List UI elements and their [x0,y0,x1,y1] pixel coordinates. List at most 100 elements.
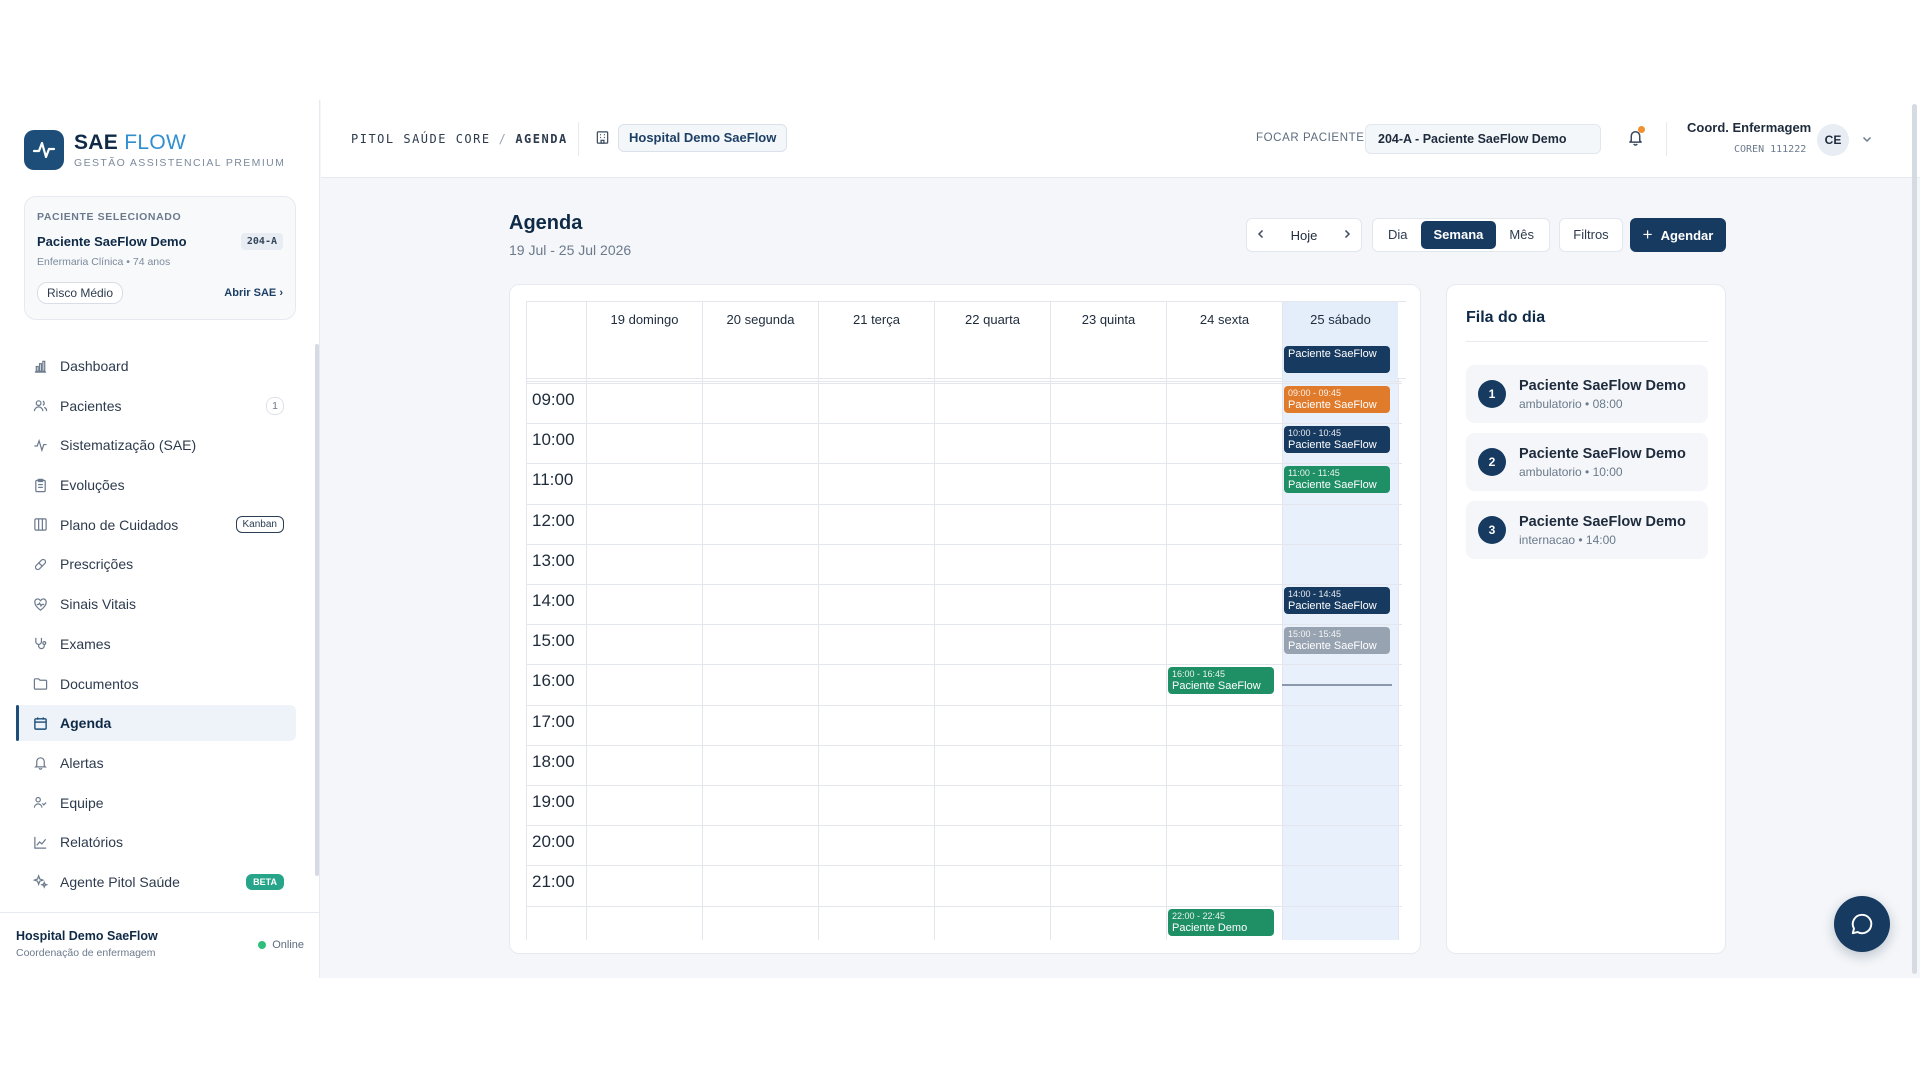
hour-gridline [526,463,1402,465]
page-scrollbar[interactable] [1912,104,1917,974]
sparkles-icon [32,874,48,890]
chevron-down-icon[interactable] [1861,132,1873,150]
calendar-event[interactable]: 10:00 - 10:45 Paciente SaeFlow [1284,426,1390,454]
day-gridline [818,379,819,940]
user-avatar[interactable]: CE [1817,124,1849,156]
day-gridline [934,379,935,940]
event-time: 16:00 - 16:45 [1172,669,1226,680]
sidebar-item-documentos[interactable]: Documentos [16,666,296,702]
bed-badge: 204-A [240,233,283,250]
sidebar-item-evolucoes[interactable]: Evoluções [16,467,296,503]
sidebar-item-relatorios[interactable]: Relatórios [16,824,296,860]
event-title: Paciente SaeFlow [1288,347,1377,360]
sidebar-item-label: Pacientes [60,397,122,414]
kanban-tag: Kanban [235,516,284,534]
hour-gridline [526,382,1402,384]
calendar-event[interactable]: 11:00 - 11:45 Paciente SaeFlow [1284,466,1390,494]
calendar-event[interactable]: 09:00 - 09:45 Paciente SaeFlow [1284,385,1390,414]
hour-gridline [526,905,1402,907]
day-header[interactable]: 21 terça [818,302,934,380]
day-header[interactable]: 24 sexta [1166,302,1282,380]
chat-bubble-icon [1851,913,1873,935]
selected-patient-info: Enfermaria Clínica • 74 anos [37,256,171,268]
hour-label: 20:00 [532,832,575,852]
board-icon [32,517,48,533]
breadcrumb: PITOL SAÚDE CORE / AGENDA [351,132,568,146]
queue-patient-name: Paciente SaeFlow Demo [1519,377,1686,394]
event-time: 10:00 - 10:45 [1288,428,1342,439]
queue-title: Fila do dia [1466,309,1546,326]
day-header[interactable]: 22 quarta [934,302,1050,380]
sidebar-item-label: Plano de Cuidados [60,516,179,533]
view-switcher: Dia Semana Mês [1372,218,1550,252]
event-title: Paciente SaeFlow [1172,680,1261,693]
sidebar-item-agente-pitol-saude[interactable]: Agente Pitol Saúde BETA [16,864,296,900]
calendar-event[interactable]: 14:00 - 14:45 Paciente SaeFlow [1284,586,1390,615]
sidebar-scrollbar[interactable] [315,344,319,876]
week-calendar: 19 domingo 20 segunda 21 terça 22 quarta 23 … [509,284,1421,954]
hour-label: 12:00 [532,510,575,530]
sidebar-item-sinais-vitais[interactable]: Sinais Vitais [16,586,296,622]
page-title: Agenda [509,212,583,234]
notification-dot [1638,126,1645,133]
sidebar-item-exames[interactable]: Exames [16,626,296,662]
sidebar-item-label: Documentos [60,675,139,692]
open-sae-link[interactable]: Abrir SAE › [224,287,283,299]
brand-logo[interactable]: SAE FLOW GESTÃO ASSISTENCIAL PREMIUM [24,130,285,170]
queue-position-badge: 1 [1478,380,1506,408]
sidebar-item-dashboard[interactable]: Dashboard [16,348,296,384]
user-coren: COREN 111222 [1734,144,1807,155]
today-button[interactable]: Hoje [1291,228,1318,243]
queue-item[interactable]: 2 Paciente SaeFlow Demo ambulatorio • 10:0… [1466,433,1708,491]
hospital-chip[interactable]: Hospital Demo SaeFlow [618,124,788,152]
view-week-button[interactable]: Semana [1420,221,1497,249]
sidebar-item-equipe[interactable]: Equipe [16,785,296,821]
sidebar-item-label: Agente Pitol Saúde [60,873,180,890]
chevron-left-icon[interactable] [1255,227,1267,243]
bell-icon [32,755,48,771]
selected-patient-label: PACIENTE SELECIONADO [37,211,182,223]
day-header[interactable]: 20 segunda [702,302,818,380]
user-name: Coord. Enfermagem [1687,120,1812,135]
calendar-event[interactable]: 16:00 - 16:45 Paciente SaeFlow [1168,667,1274,695]
sidebar-item-sistematizacao-sae[interactable]: Sistematização (SAE) [16,427,296,463]
view-day-button[interactable]: Dia [1375,221,1421,249]
hour-label: 16:00 [532,671,575,691]
day-header[interactable]: 19 domingo [586,302,702,380]
view-month-button[interactable]: Mês [1496,221,1547,249]
schedule-button[interactable]: + Agendar [1630,218,1726,252]
hour-gridline [526,704,1402,706]
filters-button[interactable]: Filtros [1559,218,1623,252]
sidebar-item-label: Sinais Vitais [60,596,137,613]
online-status: Online [258,939,304,951]
event-time: 11:00 - 11:45 [1288,468,1340,479]
notifications-bell-icon[interactable] [1627,126,1645,151]
queue-item[interactable]: 3 Paciente SaeFlow Demo internacao • 14:00 [1466,501,1708,559]
sidebar-item-plano-de-cuidados[interactable]: Plano de Cuidados Kanban [16,507,296,543]
hour-gridline [526,503,1402,505]
date-range: 19 Jul - 25 Jul 2026 [509,242,632,258]
focus-patient-select[interactable]: 204-A - Paciente SaeFlow Demo [1365,124,1601,154]
app-shell: SAE FLOW GESTÃO ASSISTENCIAL PREMIUM PAC… [0,100,1920,978]
sidebar-item-label: Exames [60,635,111,652]
day-gridline [1166,379,1167,940]
calendar-event[interactable]: Paciente SaeFlow [1284,345,1390,373]
hour-label: 19:00 [532,792,575,811]
day-header[interactable]: 23 quinta [1050,302,1166,380]
calendar-event[interactable]: 15:00 - 15:45 Paciente SaeFlow [1284,627,1390,655]
sidebar-item-alertas[interactable]: Alertas [16,745,296,781]
sidebar-item-agenda[interactable]: Agenda [16,705,296,742]
calendar-event[interactable]: 22:00 - 22:45 Paciente Demo [1168,908,1274,936]
queue-patient-meta: internacao • 14:00 [1519,532,1616,547]
sidebar-item-prescricoes[interactable]: Prescrições [16,546,296,582]
chat-button[interactable] [1834,896,1890,952]
clipboard-icon [32,477,48,493]
sidebar-item-pacientes[interactable]: Pacientes 1 [16,388,296,424]
chevron-right-icon[interactable] [1341,227,1353,243]
breadcrumb-root[interactable]: PITOL SAÚDE CORE [351,132,491,146]
queue-item[interactable]: 1 Paciente SaeFlow Demo ambulatorio • 08:0… [1466,365,1708,423]
header-divider [578,122,579,156]
queue-patient-name: Paciente SaeFlow Demo [1519,513,1686,530]
building-icon [595,130,610,150]
hour-gridline [526,423,1402,425]
